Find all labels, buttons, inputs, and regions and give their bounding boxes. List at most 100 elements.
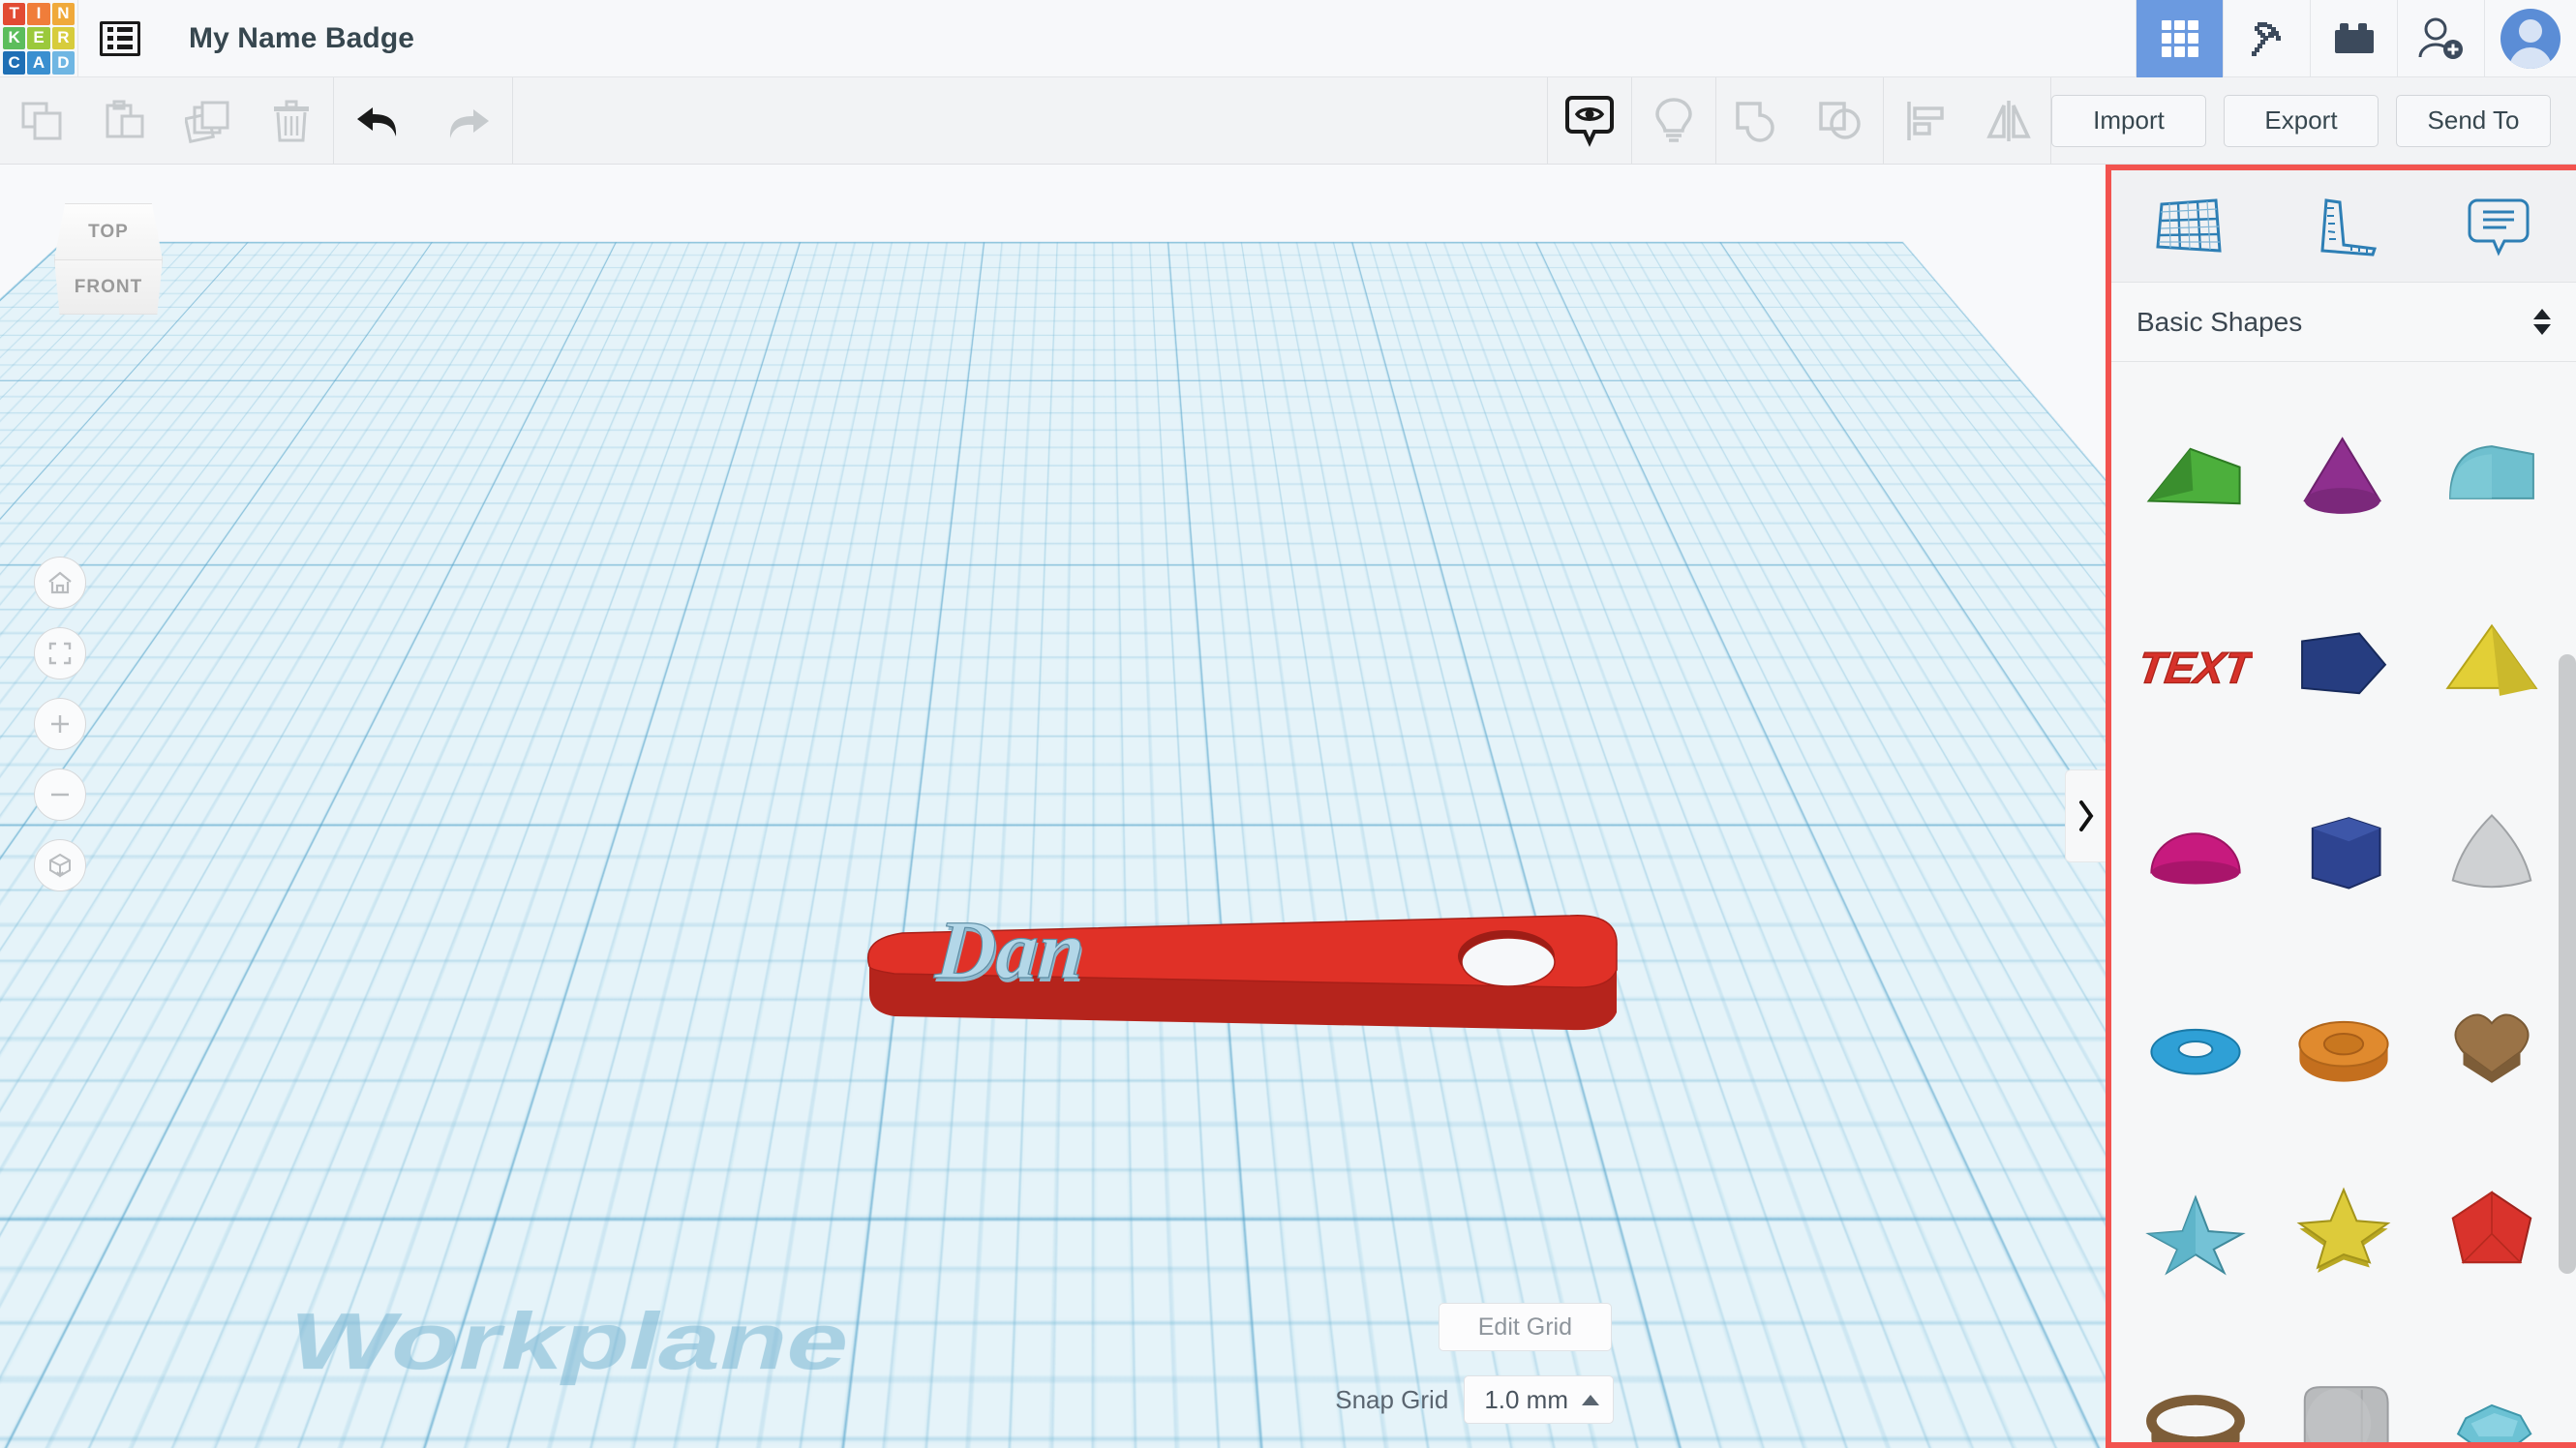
- 3d-canvas[interactable]: Workplane Dan Dan TOP FRONT Edit Grid Sn…: [0, 165, 2106, 1448]
- panel-scrollbar[interactable]: [2559, 654, 2576, 1274]
- shape-category-label: Basic Shapes: [2137, 306, 2303, 337]
- mirror-button[interactable]: [1967, 77, 2050, 165]
- show-hide-button[interactable]: [1548, 77, 1631, 165]
- add-person-icon: [2418, 17, 2463, 59]
- copy-icon: [21, 102, 62, 139]
- document-title[interactable]: My Name Badge: [189, 22, 414, 55]
- hint-button[interactable]: [1632, 77, 1715, 165]
- tab-note[interactable]: [2445, 178, 2552, 275]
- shape-tube[interactable]: [2269, 947, 2417, 1136]
- duplicate-button[interactable]: [167, 77, 250, 165]
- logo-tile-k: K: [3, 26, 26, 50]
- shape-roof-wedge[interactable]: [2121, 377, 2269, 567]
- shape-text[interactable]: TEXT: [2121, 567, 2269, 757]
- shape-star-3d[interactable]: [2121, 1136, 2269, 1326]
- shape-half-cylinder[interactable]: [2418, 377, 2566, 567]
- delete-button[interactable]: [250, 77, 333, 165]
- zoom-out-button[interactable]: [34, 769, 86, 821]
- zoom-in-button[interactable]: [34, 698, 86, 750]
- panel-collapse-button[interactable]: [2065, 769, 2106, 862]
- align-button[interactable]: [1884, 77, 1967, 165]
- shape-category-select[interactable]: Basic Shapes: [2111, 283, 2576, 362]
- shape-polygon[interactable]: [2418, 1326, 2566, 1442]
- shape-cone-icon: [2303, 437, 2381, 514]
- shape-text-icon: TEXT: [2138, 643, 2253, 693]
- workplane-grid[interactable]: [0, 165, 2106, 242]
- workplane-grid-icon: [2156, 197, 2222, 253]
- shape-torus[interactable]: [2121, 947, 2269, 1136]
- import-button[interactable]: Import: [2051, 94, 2206, 147]
- grid-view-button[interactable]: [2136, 0, 2223, 77]
- undo-button[interactable]: [334, 77, 423, 165]
- logo-tile-e: E: [27, 26, 50, 50]
- logo-tile-r: R: [51, 26, 75, 50]
- group-button[interactable]: [1716, 77, 1800, 165]
- account-button[interactable]: [2484, 0, 2576, 77]
- paste-button[interactable]: [83, 77, 167, 165]
- shape-star-extruded[interactable]: [2269, 1136, 2417, 1326]
- shape-wedge-box-icon: [2301, 632, 2387, 695]
- tab-ruler[interactable]: [2290, 178, 2397, 275]
- logo-tile-d: D: [51, 51, 75, 75]
- top-bar: TIN KER CAD My Name Badge: [0, 0, 2576, 77]
- stepper-icon: [2533, 309, 2551, 335]
- fit-brackets-icon: [48, 642, 72, 665]
- shape-ring-icon: [2145, 1395, 2245, 1442]
- shape-heart[interactable]: [2418, 947, 2566, 1136]
- home-view-button[interactable]: [34, 557, 86, 609]
- minecraft-button[interactable]: [2223, 0, 2310, 77]
- redo-arrow-icon: [449, 108, 489, 138]
- pickaxe-icon: [2251, 21, 2281, 56]
- export-button[interactable]: Export: [2224, 94, 2379, 147]
- plus-icon: [51, 715, 69, 733]
- snap-grid-select[interactable]: 1.0 mm: [1464, 1375, 1614, 1424]
- svg-text:TEXT: TEXT: [2138, 644, 2253, 693]
- workplane-container: [0, 165, 2106, 1326]
- edit-toolbar: Import Export Send To: [0, 76, 2576, 165]
- shape-ring[interactable]: [2121, 1326, 2269, 1442]
- ungroup-shapes-icon: [1819, 101, 1861, 139]
- shape-half-sphere[interactable]: [2121, 757, 2269, 947]
- menu-button[interactable]: [78, 0, 162, 77]
- shapes-panel: Basic Shapes TEXT: [2106, 165, 2576, 1448]
- shape-hex-prism[interactable]: [2269, 757, 2417, 947]
- snap-grid-label: Snap Grid: [1335, 1384, 1449, 1414]
- view-cube-top[interactable]: TOP: [54, 203, 163, 259]
- invite-button[interactable]: [2397, 0, 2484, 77]
- shape-star-3d-icon: [2144, 1194, 2246, 1276]
- name-badge-keychain[interactable]: Dan Dan: [852, 910, 1636, 1045]
- shape-cone[interactable]: [2269, 377, 2417, 567]
- shape-rounded-cube[interactable]: [2269, 1326, 2417, 1442]
- shape-pyramid-icon: [2445, 623, 2538, 696]
- shape-rounded-cube-icon: [2303, 1386, 2389, 1442]
- group-shapes-icon: [1736, 101, 1774, 142]
- chevron-right-icon: [2078, 800, 2093, 831]
- tinkercad-app: TINKERCAD My Name Badge Import Export Se…: [0, 0, 2576, 1448]
- shape-roof-wedge-icon: [2146, 447, 2241, 505]
- ortho-toggle-button[interactable]: [34, 839, 86, 891]
- send-to-button[interactable]: Send To: [2396, 94, 2551, 147]
- topbar-actions: [2136, 0, 2576, 77]
- tinkercad-logo[interactable]: TIN KER CAD: [0, 0, 77, 77]
- logo-tile-i: I: [27, 2, 50, 25]
- redo-button[interactable]: [423, 77, 512, 165]
- hamburger-list-icon: [100, 20, 140, 56]
- fit-view-button[interactable]: [34, 627, 86, 679]
- shape-paraboloid[interactable]: [2418, 757, 2566, 947]
- shape-polyhedron[interactable]: [2418, 1136, 2566, 1326]
- shape-pyramid[interactable]: [2418, 567, 2566, 757]
- shape-torus-icon: [2150, 1028, 2241, 1075]
- toolbar-divider: [512, 76, 513, 165]
- undo-arrow-icon: [357, 106, 397, 136]
- ruler-icon: [2320, 197, 2378, 256]
- edit-grid-button[interactable]: Edit Grid: [1438, 1303, 1612, 1351]
- note-bubble-icon: [2468, 198, 2530, 256]
- shape-polyhedron-icon: [2451, 1191, 2532, 1264]
- view-cube[interactable]: TOP FRONT: [50, 203, 167, 315]
- blocks-button[interactable]: [2310, 0, 2397, 77]
- tab-workplane[interactable]: [2136, 178, 2242, 275]
- view-cube-front[interactable]: FRONT: [54, 259, 163, 315]
- copy-button[interactable]: [0, 77, 83, 165]
- shape-wedge-box[interactable]: [2269, 567, 2417, 757]
- ungroup-button[interactable]: [1800, 77, 1883, 165]
